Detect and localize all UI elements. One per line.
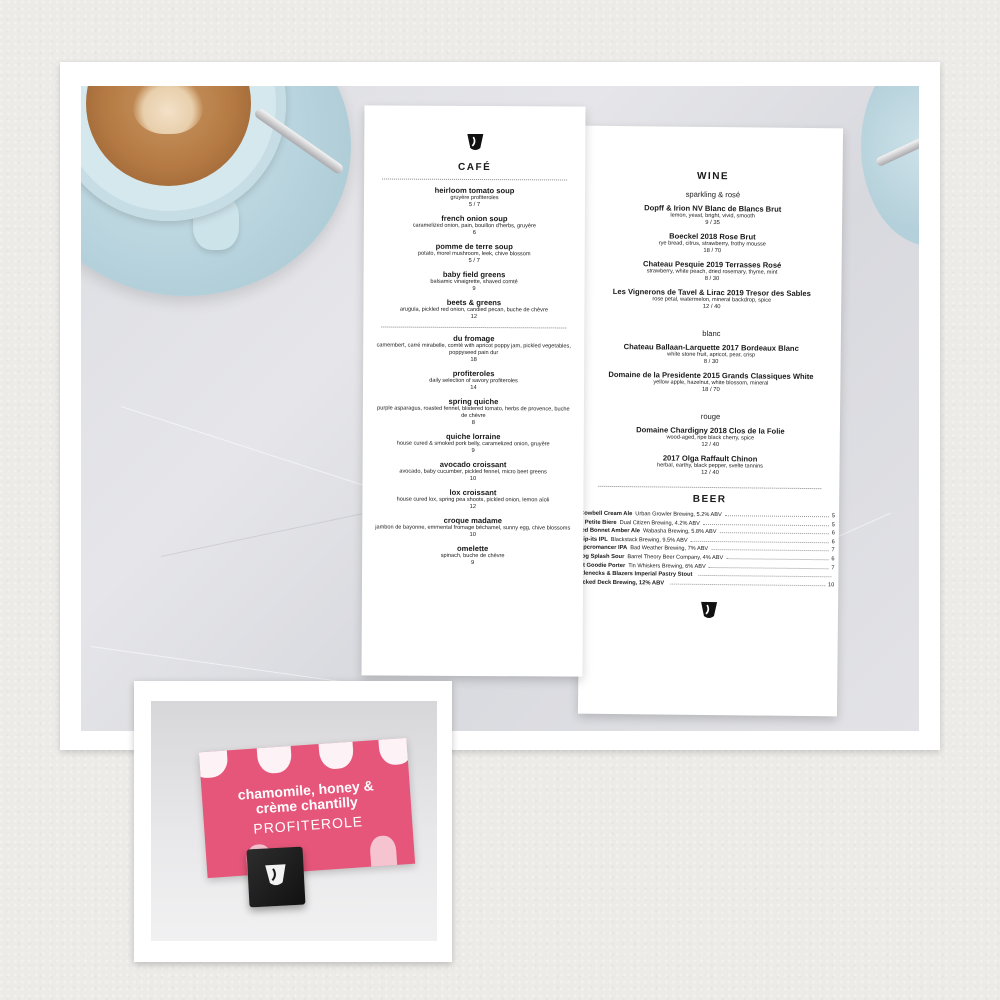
beer-price: 6 — [831, 539, 835, 546]
cup-logo-icon — [700, 602, 717, 619]
beer-name: ut Goodie Porter — [579, 562, 626, 569]
beer-price: 5 — [831, 513, 836, 520]
beer-name: opcromancer IPA — [579, 545, 628, 552]
wine-sections: sparkling & rosé Dopff & Irion NV Blanc d… — [580, 189, 842, 479]
leader-dots — [726, 558, 829, 561]
beer-brewer: Dual Citizen Brewing, 4.2% ABV — [619, 519, 700, 527]
menu-item-price: 10 — [469, 531, 476, 539]
wine-price: 12 / 40 — [701, 441, 720, 449]
beer-name: e Petite Biere — [579, 519, 617, 526]
menu-item-price: 6 — [472, 229, 476, 237]
profiterole-photo-frame: chamomile, honey & crème chantilly PROFI… — [134, 681, 452, 962]
main-photo-frame: WINE sparkling & rosé Dopff & Irion NV Bl… — [60, 62, 940, 750]
beer-price: 5 — [831, 521, 835, 528]
cafe-menu-title: CAFÉ — [458, 161, 492, 174]
beer-price: 7 — [831, 564, 835, 571]
beer-menu-title: BEER — [692, 493, 727, 506]
beer-name: led Bonnet Amber Ale — [579, 527, 640, 535]
leader-dots — [698, 575, 832, 578]
cafe-menu-card: CAFÉ heirloom tomato soup gruyère profite… — [361, 105, 586, 677]
menu-item-price: 14 — [470, 384, 477, 392]
menu-item-price: 9 — [472, 285, 476, 293]
latte-art — [133, 86, 203, 134]
leader-dots — [724, 515, 829, 518]
leader-dots — [708, 566, 829, 569]
sign-holder-block — [246, 846, 306, 908]
cafe-sections: heirloom tomato soup gruyère profiteroles… — [362, 185, 585, 567]
wine-price: 9 / 35 — [705, 219, 720, 227]
menu-item-price: 12 — [470, 313, 478, 321]
cup-logo-icon — [265, 864, 286, 886]
beer-row: acked Deck Brewing, 12% ABV 10 — [579, 578, 838, 589]
wine-price: 12 / 40 — [701, 469, 719, 477]
beer-price: 10 — [828, 581, 835, 589]
menu-item-price: 8 — [471, 419, 475, 427]
section-divider — [381, 326, 567, 329]
beer-price: 6 — [831, 556, 835, 563]
beer-brewer: Urban Growler Brewing, 5.2% ABV — [635, 511, 722, 519]
leader-dots — [670, 583, 826, 586]
beer-name: acked Deck Brewing, 12% ABV — [579, 579, 665, 587]
beer-name: Cowbell Cream Ale — [579, 510, 633, 518]
wine-price: 8 / 30 — [703, 358, 719, 366]
leader-dots — [702, 523, 829, 526]
beer-name: hip-its IPL — [579, 536, 608, 543]
wine-price: 18 / 70 — [703, 247, 722, 255]
wine-menu-card: WINE sparkling & rosé Dopff & Irion NV Bl… — [577, 125, 844, 717]
cup-logo-icon — [466, 133, 483, 151]
menu-item-price: 10 — [469, 475, 477, 483]
menu-item-price: 18 — [470, 356, 477, 364]
wine-price: 8 / 30 — [704, 275, 720, 283]
beer-brewer: Barrel Theory Beer Company, 4% ABV — [627, 554, 724, 562]
menu-item-description: camembert, carré mirabelle, comté with a… — [376, 342, 571, 357]
beer-name: rog Splash Sour — [579, 553, 625, 561]
wine-price: 18 / 70 — [701, 386, 720, 394]
beer-brewer: Bad Weather Brewing, 7% ABV — [630, 545, 709, 553]
leader-dots — [719, 532, 829, 535]
beer-name: rtlenecks & Blazers Imperial Pastry Stou… — [579, 570, 693, 578]
profiterole-sign: chamomile, honey & crème chantilly PROFI… — [198, 737, 416, 879]
beer-brewer: Tin Whiskers Brewing, 6% ABV — [628, 562, 706, 570]
leader-dots — [711, 549, 829, 552]
marble-tabletop-photo: WINE sparkling & rosé Dopff & Irion NV Bl… — [81, 86, 919, 731]
wine-price: 12 / 40 — [702, 303, 721, 311]
beer-brewer: Wabasha Brewing, 5.8% ABV — [642, 528, 717, 536]
wine-section-heading: sparkling & rosé — [685, 189, 741, 200]
leader-dots — [690, 540, 829, 544]
menu-item-description: purple asparagus, roasted fennel, bliste… — [377, 405, 570, 420]
menu-item-price: 9 — [471, 447, 475, 455]
wine-section-heading: blanc — [702, 328, 721, 339]
profiterole-photo: chamomile, honey & crème chantilly PROFI… — [151, 701, 437, 941]
beer-entry: acked Deck Brewing, 12% ABV — [579, 578, 667, 588]
beer-list: Cowbell Cream Ale Urban Growler Brewing, … — [579, 510, 839, 590]
beer-price: 6 — [831, 530, 835, 537]
menu-item-price: 12 — [469, 503, 477, 511]
wine-menu-title: WINE — [696, 170, 730, 183]
menu-item-price: 5 / 7 — [468, 257, 480, 265]
menu-item-price: 5 / 7 — [468, 201, 481, 209]
menu-item-price: 9 — [470, 559, 475, 567]
beer-price: 7 — [831, 547, 835, 554]
beer-brewer: Blackstack Brewing, 9.5% ABV — [610, 536, 688, 544]
wine-section-heading: rouge — [700, 411, 721, 422]
saucer-right — [861, 86, 919, 246]
